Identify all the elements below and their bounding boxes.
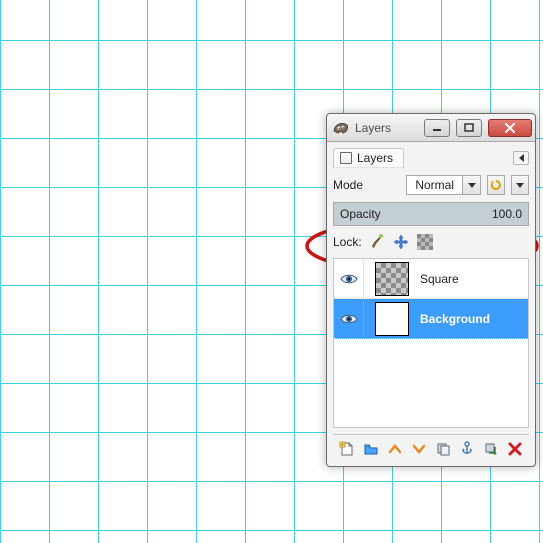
opacity-slider[interactable]: Opacity 100.0 bbox=[333, 202, 529, 226]
move-icon bbox=[393, 234, 409, 250]
new-layer-button[interactable] bbox=[337, 439, 357, 459]
lower-layer-button[interactable] bbox=[409, 439, 429, 459]
mode-label: Mode bbox=[333, 178, 400, 192]
folder-icon bbox=[363, 441, 379, 457]
mode-extra-dropdown[interactable] bbox=[511, 175, 529, 195]
tab-label: Layers bbox=[357, 151, 393, 165]
gimp-icon bbox=[333, 121, 349, 135]
chevron-down-icon bbox=[468, 183, 476, 188]
eye-icon bbox=[340, 273, 358, 285]
opacity-value: 100.0 bbox=[492, 207, 522, 221]
mode-reset-button[interactable] bbox=[487, 175, 505, 195]
panel-body: Layers Mode Normal bbox=[327, 142, 535, 466]
title-text: Layers bbox=[355, 121, 418, 135]
visibility-toggle[interactable] bbox=[334, 259, 364, 298]
opacity-label: Opacity bbox=[340, 207, 492, 221]
lock-alpha-toggle[interactable] bbox=[416, 233, 434, 251]
layer-thumbnail bbox=[364, 262, 420, 296]
new-group-button[interactable] bbox=[361, 439, 381, 459]
tab-layers[interactable]: Layers bbox=[333, 148, 404, 168]
menu-triangle-icon bbox=[519, 154, 524, 162]
page-icon bbox=[339, 441, 355, 457]
merge-down-button[interactable] bbox=[481, 439, 501, 459]
layer-row-square[interactable]: Square bbox=[334, 259, 528, 299]
maximize-button[interactable] bbox=[456, 119, 482, 137]
duplicate-layer-button[interactable] bbox=[433, 439, 453, 459]
layers-tab-icon bbox=[340, 152, 352, 164]
bottom-toolbar bbox=[333, 434, 529, 462]
chevron-down-icon bbox=[412, 444, 426, 454]
layers-list[interactable]: Square Background bbox=[333, 258, 529, 428]
layer-row-background[interactable]: Background bbox=[334, 299, 528, 339]
chevron-up-icon bbox=[388, 444, 402, 454]
layer-name[interactable]: Background bbox=[420, 312, 490, 326]
mode-dropdown-button[interactable] bbox=[463, 175, 481, 195]
chevron-down-icon bbox=[516, 183, 524, 188]
layer-name[interactable]: Square bbox=[420, 272, 459, 286]
anchor-layer-button[interactable] bbox=[457, 439, 477, 459]
minimize-button[interactable] bbox=[424, 119, 450, 137]
merge-icon bbox=[483, 441, 499, 457]
delete-icon bbox=[508, 442, 522, 456]
lock-row: Lock: bbox=[333, 232, 529, 252]
anchor-icon bbox=[460, 441, 474, 457]
delete-layer-button[interactable] bbox=[505, 439, 525, 459]
eye-icon bbox=[340, 313, 358, 325]
visibility-toggle[interactable] bbox=[334, 299, 364, 338]
titlebar[interactable]: Layers bbox=[327, 114, 535, 142]
layer-thumbnail bbox=[364, 302, 420, 336]
alpha-icon bbox=[417, 234, 433, 250]
close-button[interactable] bbox=[488, 119, 532, 137]
mode-row: Mode Normal bbox=[333, 174, 529, 196]
lock-position-toggle[interactable] bbox=[392, 233, 410, 251]
mode-value: Normal bbox=[406, 175, 463, 195]
brush-icon bbox=[370, 234, 384, 250]
lock-pixels-toggle[interactable] bbox=[368, 233, 386, 251]
tab-bar: Layers bbox=[333, 148, 529, 168]
tab-menu-button[interactable] bbox=[513, 151, 529, 165]
duplicate-icon bbox=[435, 441, 451, 457]
layers-panel: Layers Layers Mode bbox=[326, 113, 536, 467]
mode-select[interactable]: Normal bbox=[406, 175, 481, 195]
raise-layer-button[interactable] bbox=[385, 439, 405, 459]
lock-label: Lock: bbox=[333, 235, 362, 249]
